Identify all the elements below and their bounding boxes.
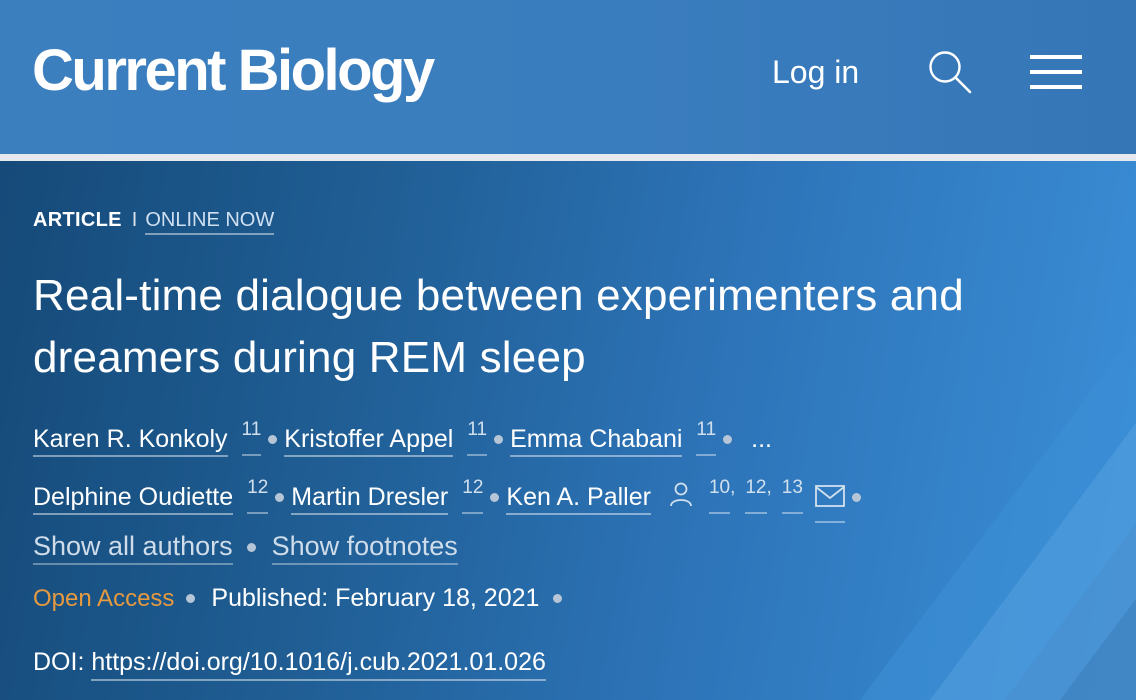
separator-dot — [723, 435, 733, 444]
separator-dot — [553, 594, 563, 603]
affiliation-ref[interactable]: 11 — [467, 414, 488, 456]
comma: , — [766, 477, 772, 498]
author-link[interactable]: Martin Dresler — [291, 483, 449, 515]
published-label: Published: — [211, 584, 329, 612]
separator-dot — [275, 493, 285, 502]
separator-dot — [490, 493, 500, 502]
journal-logo[interactable]: Current Biology — [32, 36, 435, 106]
article-header: ARTICLE I ONLINE NOW Real-time dialogue be… — [0, 161, 1136, 700]
show-all-authors-link[interactable]: Show all authors — [33, 531, 233, 565]
affiliation-ref[interactable]: 12 — [745, 472, 767, 514]
separator-dot — [851, 493, 861, 502]
author-link[interactable]: Delphine Oudiette — [33, 483, 234, 515]
affiliation-ref[interactable]: 11 — [696, 414, 717, 456]
separator-dot — [186, 594, 196, 603]
affiliation-ref[interactable]: 13 — [781, 472, 803, 514]
separator-dot — [268, 435, 278, 444]
affiliation-ref[interactable]: 10 — [708, 472, 731, 514]
show-footnotes-link[interactable]: Show footnotes — [271, 531, 458, 565]
open-access-badge[interactable]: Open Access — [33, 585, 174, 612]
published-date: February 18, 2021 — [335, 584, 540, 612]
author-options: Show all authors Show footnotes — [33, 529, 458, 565]
search-button[interactable] — [926, 48, 974, 96]
doi-row: DOI: https://doi.org/10.1016/j.cub.2021.… — [33, 646, 546, 681]
article-title: Real-time dialogue between experimenters… — [33, 271, 964, 382]
affiliation-ref[interactable]: 11 — [241, 414, 262, 456]
header-divider — [0, 154, 1136, 161]
separator-dot — [494, 435, 504, 444]
login-link[interactable]: Log in — [772, 52, 859, 92]
more-authors-ellipsis[interactable]: ... — [751, 425, 772, 453]
label-separator: I — [131, 209, 138, 231]
authors-row-1: Karen R. Konkoly 11 Kristoffer Appel 11 Emma… — [33, 414, 772, 457]
separator-dot — [246, 543, 256, 552]
search-icon — [929, 51, 972, 94]
article-labels: ARTICLE I ONLINE NOW — [33, 208, 275, 235]
comma: , — [730, 477, 736, 498]
doi-label: DOI: — [33, 648, 85, 676]
affiliation-ref[interactable]: 12 — [247, 472, 269, 514]
authors-row-2: Delphine Oudiette 12 Martin Dresler 12 Ken A… — [33, 472, 868, 523]
author-link[interactable]: Kristoffer Appel — [284, 425, 454, 457]
author-link[interactable]: Karen R. Konkoly — [33, 425, 228, 457]
site-header: Current Biology Log in — [0, 0, 1136, 154]
mail-icon[interactable] — [814, 483, 845, 523]
author-link[interactable]: Emma Chabani — [510, 425, 683, 457]
article-type: ARTICLE — [33, 209, 122, 231]
menu-icon — [1030, 55, 1082, 89]
doi-link[interactable]: https://doi.org/10.1016/j.cub.2021.01.02… — [91, 648, 546, 681]
corresponding-author-link[interactable]: Ken A. Paller — [506, 483, 651, 515]
menu-button[interactable] — [1030, 52, 1082, 92]
publication-info: Open Access Published: February 18, 2021 — [33, 582, 569, 615]
person-icon — [669, 481, 693, 515]
affiliation-ref[interactable]: 12 — [462, 472, 484, 514]
online-now-link[interactable]: ONLINE NOW — [145, 209, 275, 235]
